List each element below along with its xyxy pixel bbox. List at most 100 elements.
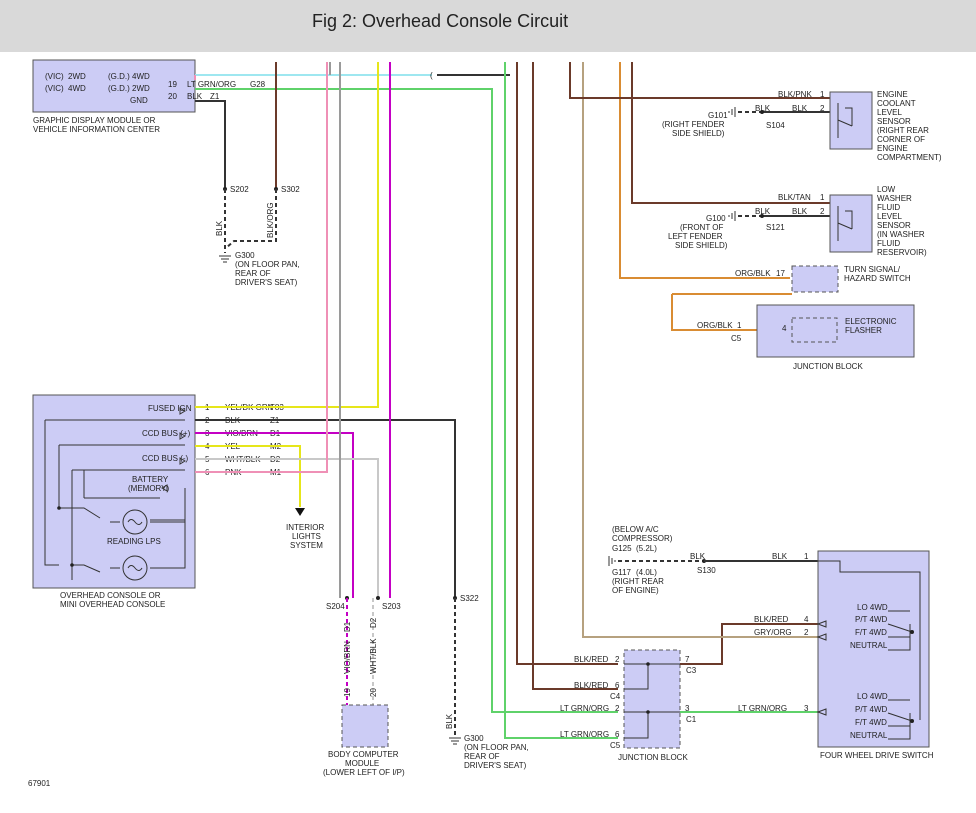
wire-color-label: LT GRN/ORG (738, 704, 787, 713)
pin-number: 4 (782, 324, 787, 333)
turn-signal-switch-box (791, 265, 839, 293)
switch-pivot-icon (910, 719, 914, 723)
switch-position-label: F/T 4WD (855, 718, 887, 727)
component-label: LEVEL (877, 108, 902, 117)
component-label: FLUID (877, 239, 900, 248)
splice-label: S130 (697, 566, 716, 575)
ground-label: OF ENGINE) (612, 586, 659, 595)
ground-icon (728, 107, 736, 117)
ground-label: SIDE SHIELD) (675, 241, 728, 250)
wire-color-label: BLK (215, 220, 224, 236)
splice-label: S204 (326, 602, 345, 611)
wire-color-label: BLK/RED (754, 615, 788, 624)
wire-color-label: BLK (755, 104, 771, 113)
pin-number: 2 (804, 628, 809, 637)
circuit-label: G28 (250, 80, 266, 89)
pin-number: 7 (685, 655, 690, 664)
gdm-label: 2WD (68, 72, 86, 81)
ground-label: (FRONT OF (680, 223, 724, 232)
component-label: HAZARD SWITCH (844, 274, 911, 283)
junction-dot (57, 506, 61, 510)
circuit-label: D1 (343, 621, 352, 632)
console-label: FUSED IGN (148, 404, 192, 413)
ground-label: G100 (706, 214, 726, 223)
pin-number: 17 (776, 269, 785, 278)
circuit-label: D2 (369, 617, 378, 628)
coolant-sensor-box (829, 91, 873, 150)
junction-dot (646, 710, 650, 714)
component-label: COOLANT (877, 99, 916, 108)
wire-color-label: BLK (792, 104, 808, 113)
pin-number: 2 (820, 104, 825, 113)
ground-label: DRIVER'S SEAT) (464, 761, 527, 770)
component-label: MODULE (345, 759, 379, 768)
component-label: WASHER (877, 194, 912, 203)
wire-color-label: BLK (772, 552, 788, 561)
component-label: FLUID (877, 203, 900, 212)
gdm-label: (VIC) (45, 72, 64, 81)
connector-label: C3 (686, 666, 697, 675)
component-label: FOUR WHEEL DRIVE SWITCH (820, 751, 934, 760)
wire-blk-red-lower (532, 62, 618, 690)
ground-label: G101 (708, 111, 728, 120)
pin-number: 6 (615, 681, 620, 690)
ground-icon (608, 556, 616, 566)
wire-color-label: LT GRN/ORG (187, 80, 236, 89)
component-label: COMPARTMENT) (877, 153, 942, 162)
component-label: SENSOR (877, 117, 911, 126)
switch-position-label: LO 4WD (857, 603, 888, 612)
component-label: ENGINE (877, 144, 908, 153)
wire-color-label: WHT/BLK (369, 638, 378, 674)
switch-position-label: P/T 4WD (855, 705, 888, 714)
splice-dot (376, 596, 380, 600)
ground-label: REAR OF (464, 752, 500, 761)
component-label: TURN SIGNAL/ (844, 265, 901, 274)
component-label: ENGINE (877, 90, 908, 99)
component-label: BODY COMPUTER (328, 750, 399, 759)
ground-label: REAR OF (235, 269, 271, 278)
switch-position-label: NEUTRAL (850, 641, 888, 650)
component-label: JUNCTION BLOCK (793, 362, 863, 371)
ground-label: COMPRESSOR) (612, 534, 673, 543)
wire-color-label: VIO/BRN (343, 641, 352, 674)
splice-label: S202 (230, 185, 249, 194)
connector-label: C1 (686, 715, 697, 724)
interior-lights-label: SYSTEM (290, 541, 323, 550)
gdm-label: (G.D.) (108, 72, 130, 81)
component-label: RESERVOIR) (877, 248, 927, 257)
flasher-box (791, 317, 838, 343)
wire-color-label: BLK/PNK (778, 90, 812, 99)
wire-blk-z1 (195, 100, 226, 189)
splice-label: S322 (460, 594, 479, 603)
wire-blk-red-4wd (680, 623, 818, 665)
component-label: LOW (877, 185, 896, 194)
switch-position-label: P/T 4WD (855, 615, 888, 624)
gdm-label: (G.D.) (108, 84, 130, 93)
console-label: BATTERY (132, 475, 169, 484)
gdm-label: 4WD (132, 72, 150, 81)
page-title: Fig 2: Overhead Console Circuit (312, 11, 569, 31)
console-name: MINI OVERHEAD CONSOLE (60, 600, 165, 609)
ground-label: G125 (612, 544, 632, 553)
wire-color-label: ORG/BLK (735, 269, 771, 278)
connector-label: C4 (610, 692, 621, 701)
pin-number: 19 (343, 688, 352, 697)
wire-color-label: BLK/RED (574, 681, 608, 690)
wire-color-label: BLK (445, 713, 454, 729)
gdm-name: GRAPHIC DISPLAY MODULE OR (33, 116, 156, 125)
figure-id: 67901 (28, 779, 51, 788)
ground-label: (RIGHT REAR (612, 577, 664, 586)
junction-block-box (623, 649, 681, 749)
gdm-label: (VIC) (45, 84, 64, 93)
junction-dot (70, 563, 74, 567)
component-label: (RIGHT REAR (877, 126, 929, 135)
ground-icon (219, 255, 231, 263)
pin-number: 1 (820, 193, 825, 202)
component-label: (IN WASHER (877, 230, 925, 239)
circuit-label: Z1 (210, 92, 220, 101)
ground-label: LEFT FENDER (668, 232, 723, 241)
switch-position-label: NEUTRAL (850, 731, 888, 740)
ground-label: G300 (235, 251, 255, 260)
pin-number: 2 (820, 207, 825, 216)
pin-number: 1 (804, 552, 809, 561)
